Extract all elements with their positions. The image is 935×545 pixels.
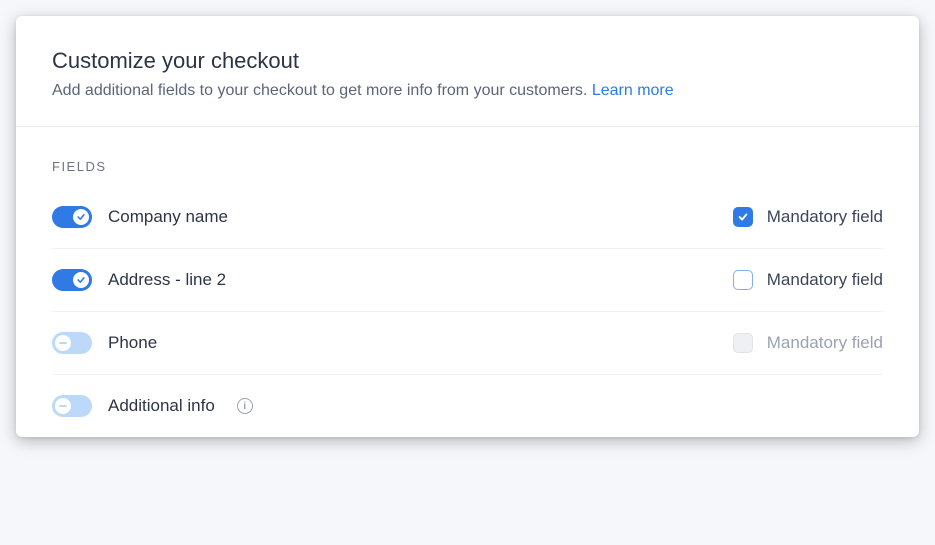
check-icon: [76, 275, 86, 285]
card-title: Customize your checkout: [52, 48, 883, 74]
toggle-phone[interactable]: [52, 332, 92, 354]
toggle-knob-icon: [73, 209, 89, 225]
mandatory-checkbox-company-name[interactable]: [733, 207, 753, 227]
field-row-address-line-2: Address - line 2 Mandatory field: [16, 249, 919, 311]
mandatory-checkbox-phone: [733, 333, 753, 353]
minus-icon: [59, 405, 67, 407]
field-row-additional-info: Additional info i: [16, 375, 919, 437]
check-icon: [737, 211, 749, 223]
field-label: Address - line 2: [108, 270, 226, 290]
checkout-settings-card: Customize your checkout Add additional f…: [16, 16, 919, 437]
minus-icon: [59, 342, 67, 344]
field-row-phone: Phone Mandatory field: [16, 312, 919, 374]
field-label: Company name: [108, 207, 228, 227]
field-label: Phone: [108, 333, 157, 353]
field-row-company-name: Company name Mandatory field: [16, 186, 919, 248]
field-label: Additional info: [108, 396, 215, 416]
subtitle-text: Add additional fields to your checkout t…: [52, 82, 587, 99]
mandatory-checkbox-address-line-2[interactable]: [733, 270, 753, 290]
info-icon[interactable]: i: [237, 398, 253, 414]
toggle-additional-info[interactable]: [52, 395, 92, 417]
card-subtitle: Add additional fields to your checkout t…: [52, 80, 883, 102]
toggle-knob-icon: [55, 398, 71, 414]
toggle-address-line-2[interactable]: [52, 269, 92, 291]
mandatory-label: Mandatory field: [767, 270, 883, 290]
toggle-knob-icon: [73, 272, 89, 288]
field-left: Company name: [52, 206, 228, 228]
field-right: Mandatory field: [733, 270, 883, 290]
field-right: Mandatory field: [733, 333, 883, 353]
toggle-company-name[interactable]: [52, 206, 92, 228]
field-left: Address - line 2: [52, 269, 226, 291]
toggle-knob-icon: [55, 335, 71, 351]
learn-more-link[interactable]: Learn more: [592, 82, 674, 99]
field-right: Mandatory field: [733, 207, 883, 227]
card-header: Customize your checkout Add additional f…: [16, 16, 919, 126]
field-left: Additional info i: [52, 395, 253, 417]
fields-section-label: FIELDS: [16, 127, 919, 186]
field-left: Phone: [52, 332, 157, 354]
mandatory-label: Mandatory field: [767, 333, 883, 353]
mandatory-label: Mandatory field: [767, 207, 883, 227]
check-icon: [76, 212, 86, 222]
